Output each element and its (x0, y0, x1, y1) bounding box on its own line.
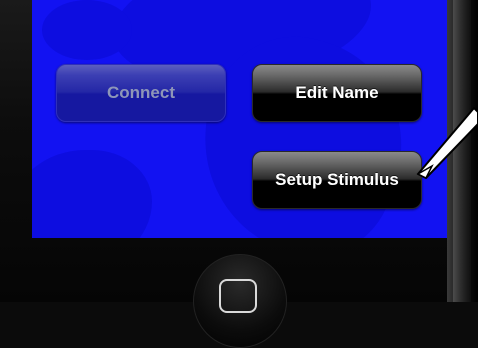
connect-button-label: Connect (107, 83, 175, 102)
device-frame: Connect Edit Name Setup Stimulus (0, 0, 478, 348)
device-side-edge (453, 0, 471, 302)
edit-name-button-label: Edit Name (295, 83, 379, 102)
edit-name-button[interactable]: Edit Name (252, 64, 422, 122)
connect-button[interactable]: Connect (56, 64, 226, 122)
home-button[interactable] (193, 254, 287, 348)
setup-stimulus-button-label: Setup Stimulus (275, 170, 399, 189)
setup-stimulus-button[interactable]: Setup Stimulus (252, 151, 422, 209)
background-shape (42, 0, 132, 60)
background-shape (32, 150, 152, 238)
home-button-icon (219, 279, 257, 313)
